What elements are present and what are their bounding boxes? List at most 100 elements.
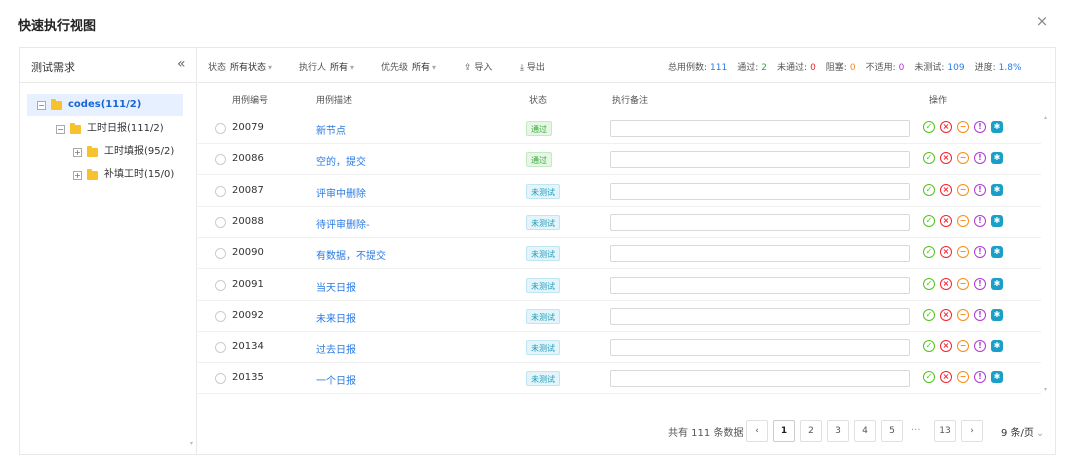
info-circle-icon[interactable]: ! [974,308,986,321]
execution-note-input[interactable] [610,182,910,200]
table-row[interactable]: 20091 当天日报 未测试 ✓ × −! ✱ [198,270,1041,301]
info-circle-icon[interactable]: ! [974,340,986,353]
case-description-link[interactable]: 评审中删除 [316,185,366,200]
row-select-radio[interactable] [215,248,226,260]
execution-note-input[interactable] [610,120,910,137]
row-select-radio[interactable] [215,373,226,385]
check-circle-icon[interactable]: ✓ [923,246,935,259]
x-circle-icon[interactable]: × [940,308,952,321]
info-circle-icon[interactable]: ! [974,371,986,384]
page-button-2[interactable]: 2 [800,420,822,442]
minus-circle-icon[interactable]: − [957,246,969,259]
execution-note-input[interactable] [610,276,910,294]
minus-circle-icon[interactable]: − [957,308,969,321]
page-button-last[interactable]: 13 [934,420,956,442]
table-row[interactable]: 20134 过去日报 未测试 ✓ × −! ✱ [198,332,1041,364]
minus-circle-icon[interactable]: − [957,214,969,227]
table-row[interactable]: 20086 空的，提交 通过 ✓ × −! ✱ [198,144,1041,176]
table-row[interactable]: 20135 一个日报 未测试 ✓ × −! ✱ [198,363,1041,395]
case-description-link[interactable]: 一个日报 [316,372,356,387]
execution-note-input[interactable] [610,213,910,231]
priority-filter[interactable]: 优先级 所有 ▾ [381,60,436,73]
info-circle-icon[interactable]: ! [974,246,986,259]
row-select-radio[interactable] [215,310,226,322]
row-select-radio[interactable] [215,279,226,291]
minus-circle-icon[interactable]: − [957,183,969,196]
row-select-radio[interactable] [215,342,226,354]
execution-note-input[interactable] [610,339,910,357]
check-circle-icon[interactable]: ✓ [923,152,935,165]
x-circle-icon[interactable]: × [940,277,952,290]
column-header-id[interactable]: 用例编号 [232,93,268,106]
bug-icon[interactable]: ✱ [991,152,1003,165]
page-size-select[interactable]: 9 条/页 ⌄ [1001,424,1044,439]
case-description-link[interactable]: 空的，提交 [316,153,366,168]
page-button-4[interactable]: 4 [854,420,876,442]
case-description-link[interactable]: 待评审删除- [316,216,370,231]
execution-note-input[interactable] [610,245,910,263]
prev-page-button[interactable]: ‹ [746,420,768,442]
collapse-toggle-icon[interactable]: − [56,124,65,134]
check-circle-icon[interactable]: ✓ [923,183,935,196]
check-circle-icon[interactable]: ✓ [923,121,935,133]
case-description-link[interactable]: 新节点 [316,122,346,137]
column-header-status[interactable]: 状态 [529,93,547,106]
check-circle-icon[interactable]: ✓ [923,277,935,290]
info-circle-icon[interactable]: ! [974,121,986,133]
row-select-radio[interactable] [215,154,226,166]
tree-node-codes[interactable]: − codes(111/2) [27,94,183,116]
tree-node-supplement[interactable]: + 补填工时(15/0) [73,164,174,186]
execution-note-input[interactable] [610,307,910,325]
row-select-radio[interactable] [215,216,226,228]
bug-icon[interactable]: ✱ [991,308,1003,321]
close-icon[interactable]: × [1034,13,1050,29]
bug-icon[interactable]: ✱ [991,340,1003,353]
info-circle-icon[interactable]: ! [974,152,986,165]
table-row[interactable]: 20088 待评审删除- 未测试 ✓ × −! ✱ [198,207,1041,238]
bug-icon[interactable]: ✱ [991,183,1003,196]
row-select-radio[interactable] [215,123,226,134]
bug-icon[interactable]: ✱ [991,371,1003,384]
table-row[interactable]: 20087 评审中删除 未测试 ✓ × −! ✱ [198,176,1041,207]
info-circle-icon[interactable]: ! [974,214,986,227]
collapse-toggle-icon[interactable]: − [37,100,46,110]
check-circle-icon[interactable]: ✓ [923,371,935,384]
collapse-icon[interactable]: « [177,56,186,72]
x-circle-icon[interactable]: × [940,214,952,227]
minus-circle-icon[interactable]: − [957,277,969,290]
x-circle-icon[interactable]: × [940,121,952,133]
check-circle-icon[interactable]: ✓ [923,340,935,353]
page-button-3[interactable]: 3 [827,420,849,442]
table-row[interactable]: 20092 未来日报 未测试 ✓ × −! ✱ [198,301,1041,332]
page-button-5[interactable]: 5 [881,420,903,442]
expand-toggle-icon[interactable]: + [73,147,82,157]
table-row[interactable]: 20079 新节点 通过 ✓ × −! ✱ [198,113,1041,144]
executor-filter[interactable]: 执行人 所有 ▾ [299,60,354,73]
check-circle-icon[interactable]: ✓ [923,308,935,321]
bug-icon[interactable]: ✱ [991,214,1003,227]
execution-note-input[interactable] [610,370,910,388]
bug-icon[interactable]: ✱ [991,121,1003,133]
bug-icon[interactable]: ✱ [991,246,1003,259]
import-button[interactable]: ⇪ 导入 [464,60,492,73]
x-circle-icon[interactable]: × [940,183,952,196]
x-circle-icon[interactable]: × [940,340,952,353]
execution-note-input[interactable] [610,151,910,169]
table-row[interactable]: 20090 有数据，不提交 未测试 ✓ × −! ✱ [198,238,1041,270]
bug-icon[interactable]: ✱ [991,277,1003,290]
info-circle-icon[interactable]: ! [974,183,986,196]
tree-node-daily-report[interactable]: − 工时日报(111/2) [56,118,164,140]
x-circle-icon[interactable]: × [940,246,952,259]
pagination-ellipsis[interactable]: ··· [911,420,921,442]
tree-node-time-entry[interactable]: + 工时填报(95/2) [73,141,174,163]
x-circle-icon[interactable]: × [940,152,952,165]
column-header-desc[interactable]: 用例描述 [316,93,352,106]
page-button-1[interactable]: 1 [773,420,795,442]
column-header-note[interactable]: 执行备注 [612,93,648,106]
x-circle-icon[interactable]: × [940,371,952,384]
minus-circle-icon[interactable]: − [957,121,969,133]
row-select-radio[interactable] [215,185,226,197]
export-button[interactable]: ⤓ 导出 [520,60,545,73]
info-circle-icon[interactable]: ! [974,277,986,290]
minus-circle-icon[interactable]: − [957,152,969,165]
